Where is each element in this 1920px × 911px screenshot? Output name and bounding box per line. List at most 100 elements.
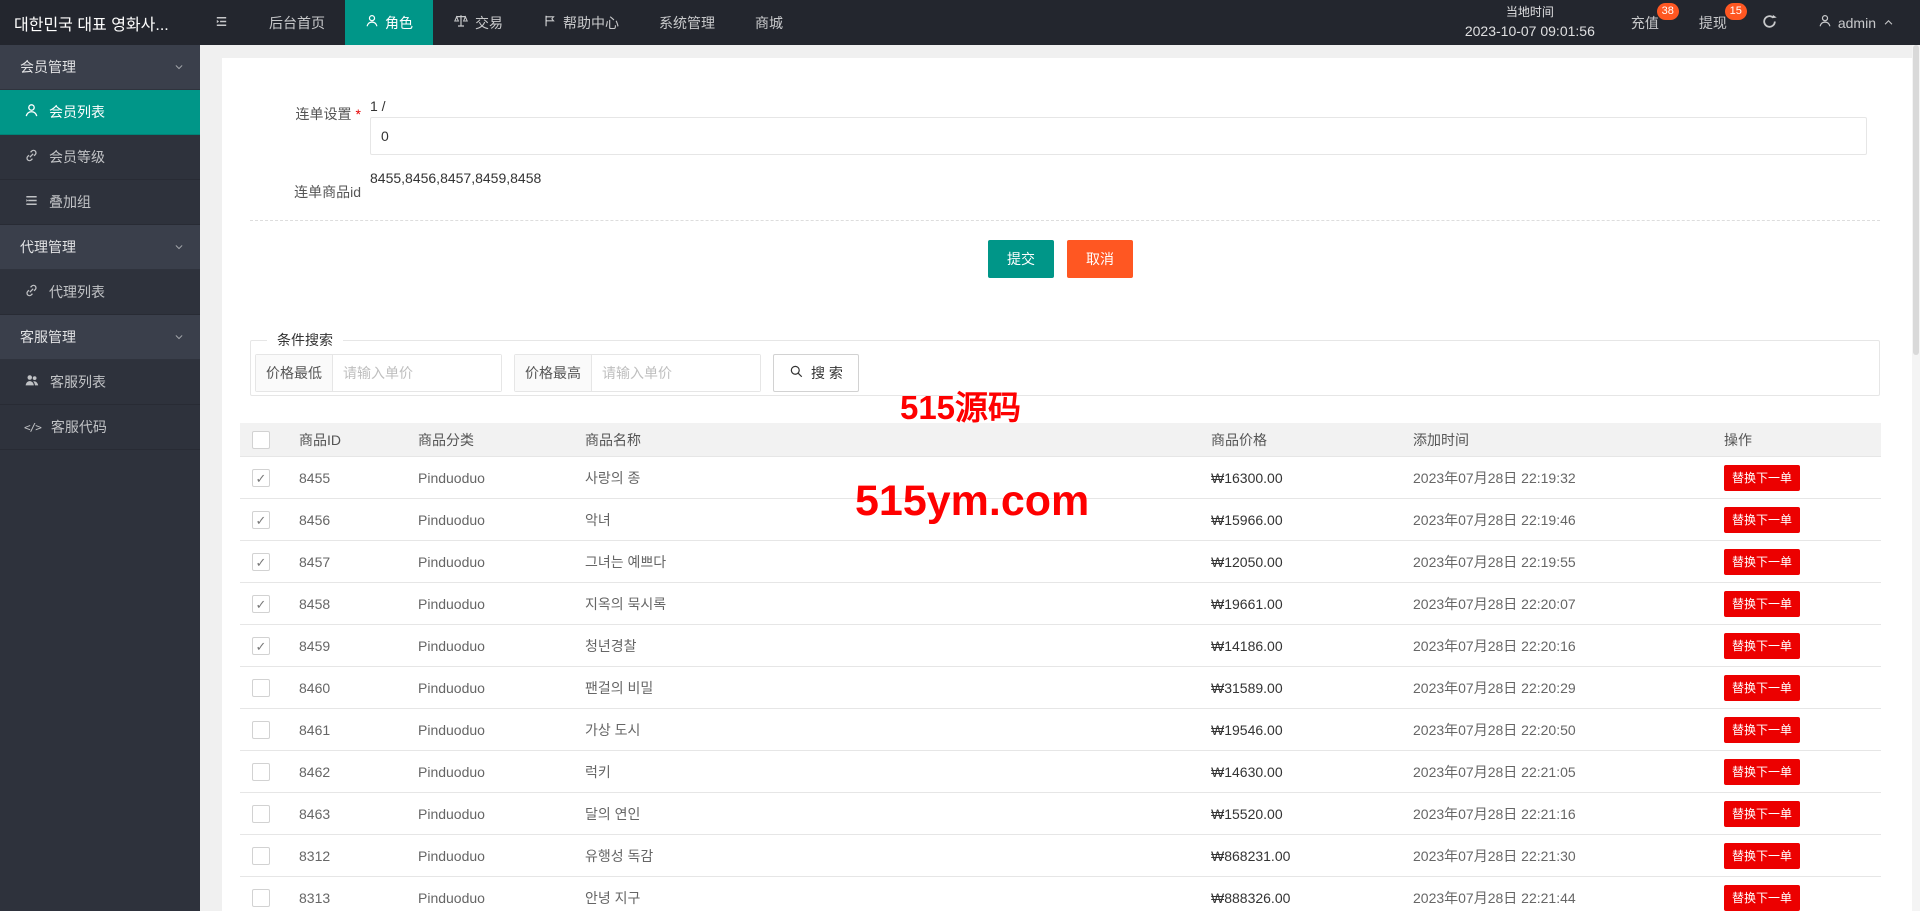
row-checkbox[interactable]: ✓: [252, 889, 270, 907]
product-time-cell: 2023年07月28日 22:21:44: [1413, 888, 1724, 908]
row-checkbox[interactable]: ✓: [252, 511, 270, 529]
replace-next-order-button[interactable]: 替换下一单: [1724, 591, 1800, 617]
replace-next-order-button[interactable]: 替换下一单: [1724, 717, 1800, 743]
table-row: ✓ 8463 Pinduoduo 달의 연인 ₩15520.00 2023年07…: [240, 793, 1881, 835]
sidebar-item-label: 客服代码: [51, 417, 107, 437]
sidebar-item-service-list[interactable]: 客服列表: [0, 360, 200, 405]
sidebar-group-service[interactable]: 客服管理: [0, 315, 200, 360]
nav-item-mall[interactable]: 商城: [735, 0, 803, 45]
sidebar-item-member-list[interactable]: 会员列表: [0, 90, 200, 135]
content-card: 连单设置* 1 / 连单商品id 8455,8456,8457,8459,845…: [222, 58, 1920, 911]
search-button[interactable]: 搜 索: [773, 354, 859, 392]
sidebar-item-label: 会员等级: [49, 147, 105, 167]
chain-order-hint: 1 /: [370, 98, 386, 114]
nav-item-help-center[interactable]: 帮助中心: [523, 0, 639, 45]
replace-next-order-button[interactable]: 替换下一单: [1724, 885, 1800, 911]
required-asterisk: *: [356, 106, 361, 122]
search-icon: [789, 364, 804, 382]
person-icon: [24, 103, 49, 121]
replace-next-order-button[interactable]: 替换下一单: [1724, 549, 1800, 575]
refresh-button[interactable]: [1747, 0, 1798, 45]
product-id-cell: 8459: [299, 638, 418, 654]
nav-item-system[interactable]: 系统管理: [639, 0, 735, 45]
scrollbar[interactable]: [1912, 45, 1920, 911]
sidebar-item-label: 客服列表: [50, 372, 106, 392]
price-max-label: 价格最高: [515, 355, 592, 391]
column-header: 商品价格: [1211, 430, 1413, 450]
product-id-cell: 8456: [299, 512, 418, 528]
replace-next-order-button[interactable]: 替换下一单: [1724, 675, 1800, 701]
sidebar-group-member[interactable]: 会员管理: [0, 45, 200, 90]
sidebar-item-agent-list[interactable]: 代理列表: [0, 270, 200, 315]
product-time-cell: 2023年07月28日 22:21:30: [1413, 846, 1724, 866]
code-icon: </>: [24, 421, 41, 434]
row-checkbox[interactable]: ✓: [252, 469, 270, 487]
select-all-checkbox[interactable]: ✓: [252, 431, 270, 449]
product-id-cell: 8313: [299, 890, 418, 906]
chain-product-id-value: 8455,8456,8457,8459,8458: [370, 170, 541, 186]
product-name-cell: 달의 연인: [585, 804, 1211, 824]
product-time-cell: 2023年07月28日 22:21:05: [1413, 762, 1724, 782]
form-actions: 提交 取消: [240, 240, 1881, 278]
nav-item-role[interactable]: 角色: [345, 0, 433, 45]
replace-next-order-button[interactable]: 替换下一单: [1724, 843, 1800, 869]
table-row: ✓ 8456 Pinduoduo 악녀 ₩15966.00 2023年07月28…: [240, 499, 1881, 541]
product-category-cell: Pinduoduo: [418, 848, 585, 864]
replace-next-order-button[interactable]: 替换下一单: [1724, 759, 1800, 785]
hamburger-icon: [214, 14, 235, 32]
nav-item-label: 提现: [1699, 13, 1727, 33]
submit-button[interactable]: 提交: [988, 240, 1054, 278]
replace-next-order-button[interactable]: 替换下一单: [1724, 633, 1800, 659]
sidebar-collapse-button[interactable]: [200, 0, 249, 45]
row-checkbox[interactable]: ✓: [252, 679, 270, 697]
replace-next-order-button[interactable]: 替换下一单: [1724, 801, 1800, 827]
product-name-cell: 사랑의 종: [585, 468, 1211, 488]
scrollbar-thumb[interactable]: [1913, 45, 1919, 355]
sidebar-item-label: 代理列表: [49, 282, 105, 302]
page: 대한민국 대표 영화사... 后台首页 角色 交易 帮助中心: [0, 0, 1920, 911]
price-min-input[interactable]: [333, 355, 501, 391]
row-checkbox[interactable]: ✓: [252, 763, 270, 781]
cancel-button[interactable]: 取消: [1067, 240, 1133, 278]
nav-item-withdraw[interactable]: 提现 15: [1679, 0, 1747, 45]
row-checkbox[interactable]: ✓: [252, 595, 270, 613]
table-row: ✓ 8459 Pinduoduo 청년경찰 ₩14186.00 2023年07月…: [240, 625, 1881, 667]
sidebar-group-label: 会员管理: [20, 57, 76, 77]
column-header: 商品ID: [299, 430, 418, 450]
sidebar-item-label: 叠加组: [49, 192, 91, 212]
replace-next-order-button[interactable]: 替换下一单: [1724, 507, 1800, 533]
row-checkbox[interactable]: ✓: [252, 721, 270, 739]
nav-item-recharge[interactable]: 充值 38: [1611, 0, 1679, 45]
list-icon: [24, 193, 49, 211]
product-category-cell: Pinduoduo: [418, 764, 585, 780]
product-price-cell: ₩31589.00: [1211, 680, 1413, 696]
product-price-cell: ₩14186.00: [1211, 638, 1413, 654]
product-id-cell: 8455: [299, 470, 418, 486]
chain-order-input[interactable]: [370, 117, 1867, 155]
replace-next-order-button[interactable]: 替换下一单: [1724, 465, 1800, 491]
nav-item-trade[interactable]: 交易: [433, 0, 523, 45]
sidebar-group-agent[interactable]: 代理管理: [0, 225, 200, 270]
price-max-input[interactable]: [592, 355, 760, 391]
row-checkbox[interactable]: ✓: [252, 847, 270, 865]
nav-item-dashboard[interactable]: 后台首页: [249, 0, 345, 45]
product-category-cell: Pinduoduo: [418, 680, 585, 696]
user-menu[interactable]: admin: [1798, 0, 1920, 45]
sidebar-item-stack-group[interactable]: 叠加组: [0, 180, 200, 225]
table-row: ✓ 8457 Pinduoduo 그녀는 예쁘다 ₩12050.00 2023年…: [240, 541, 1881, 583]
product-price-cell: ₩15520.00: [1211, 806, 1413, 822]
table-header-row: ✓ 商品ID 商品分类 商品名称 商品价格 添加时间 操作: [240, 423, 1881, 457]
product-price-cell: ₩16300.00: [1211, 470, 1413, 486]
sidebar-item-member-level[interactable]: 会员等级: [0, 135, 200, 180]
product-price-cell: ₩15966.00: [1211, 512, 1413, 528]
sidebar: 会员管理 会员列表 会员等级 叠加组 代理管理 代理列表 客服管理: [0, 45, 200, 911]
row-checkbox[interactable]: ✓: [252, 553, 270, 571]
row-checkbox[interactable]: ✓: [252, 805, 270, 823]
row-checkbox[interactable]: ✓: [252, 637, 270, 655]
column-header: 添加时间: [1413, 430, 1724, 450]
topbar: 대한민국 대표 영화사... 后台首页 角色 交易 帮助中心: [0, 0, 1920, 45]
sidebar-item-service-code[interactable]: </> 客服代码: [0, 405, 200, 450]
nav-item-label: 商城: [755, 13, 783, 33]
product-category-cell: Pinduoduo: [418, 722, 585, 738]
product-price-cell: ₩19546.00: [1211, 722, 1413, 738]
